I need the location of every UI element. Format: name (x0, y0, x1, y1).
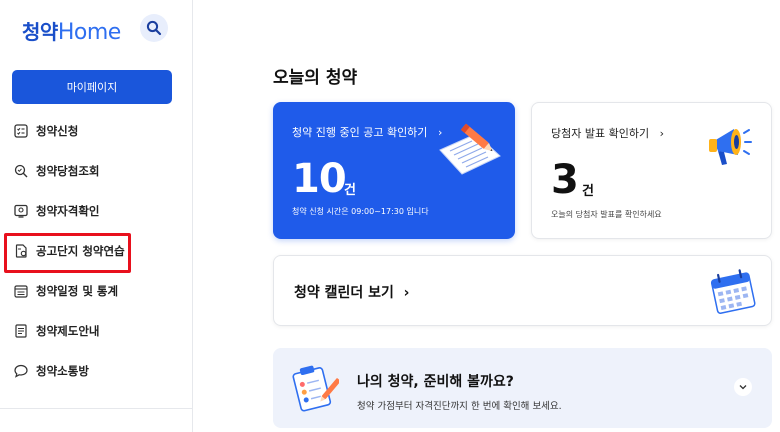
sidebar-item-community[interactable]: 청약소통방 (14, 354, 89, 388)
notice-count: 10 (292, 156, 347, 202)
calendar-card[interactable]: 청약 캘린더 보기 › (273, 255, 772, 326)
winner-count-unit: 건 (582, 184, 594, 199)
winner-card[interactable]: 당첨자 발표 확인하기 › 3 건 오늘의 당첨자 발표를 확인하세요 (531, 102, 772, 239)
winner-count: 3 (551, 157, 579, 203)
chevron-down-icon (739, 385, 747, 390)
winner-note: 오늘의 당첨자 발표를 확인하세요 (551, 210, 662, 219)
prep-card-subtitle: 청약 가점부터 자격진단까지 한 번에 확인해 보세요. (357, 401, 562, 412)
calendar-list-icon (14, 285, 28, 298)
search-button[interactable] (140, 14, 168, 42)
chevron-right-icon: › (659, 127, 664, 140)
notice-note: 청약 신청 시간은 09:00~17:30 입니다 (292, 207, 429, 216)
sidebar-item-winner-lookup[interactable]: 청약당첨조회 (14, 154, 99, 188)
logo-korean: 청약 (22, 20, 58, 44)
sidebar-item-label: 청약제도안내 (36, 324, 100, 338)
clipboard-checklist-icon (292, 365, 339, 412)
magnifier-icon (14, 164, 28, 178)
chat-bubble-icon (14, 364, 28, 378)
sidebar-divider (0, 408, 192, 409)
sidebar-item-apply[interactable]: 청약신청 (14, 114, 78, 148)
chevron-right-icon: › (403, 285, 410, 301)
notice-count-unit: 건 (344, 183, 356, 198)
guide-doc-icon (15, 324, 27, 338)
expand-button[interactable] (734, 378, 752, 396)
sidebar: 청약Home 마이페이지 청약신청 청약당첨조회 청약자격확인 공고단지 청약연… (0, 0, 193, 432)
calendar-icon (710, 269, 756, 314)
sidebar-item-label: 청약자격확인 (36, 204, 100, 218)
prep-card[interactable]: 나의 청약, 준비해 볼까요? 청약 가점부터 자격진단까지 한 번에 확인해 … (273, 348, 772, 428)
site-logo[interactable]: 청약Home (22, 16, 121, 45)
sidebar-item-label: 청약소통방 (36, 364, 89, 378)
highlight-box (4, 233, 131, 273)
winner-card-title: 당첨자 발표 확인하기 › (551, 127, 664, 140)
sidebar-item-eligibility[interactable]: 청약자격확인 (14, 194, 99, 228)
megaphone-icon (709, 129, 752, 165)
sidebar-item-label: 청약신청 (36, 124, 79, 138)
logo-row: 청약Home (22, 14, 172, 48)
search-icon (146, 20, 162, 36)
notice-card[interactable]: 청약 진행 중인 공고 확인하기 › 10 건 청약 신청 시간은 09:00~… (273, 102, 515, 239)
notice-card-title: 청약 진행 중인 공고 확인하기 › (292, 126, 443, 139)
sidebar-item-label: 청약일정 및 통계 (36, 284, 119, 298)
page-title: 오늘의 청약 (273, 68, 358, 88)
calendar-card-title: 청약 캘린더 보기 › (294, 285, 410, 301)
sidebar-item-schedule[interactable]: 청약일정 및 통계 (14, 274, 118, 308)
id-check-icon (14, 204, 28, 218)
sidebar-item-label: 청약당첨조회 (36, 164, 100, 178)
logo-home: Home (57, 20, 121, 45)
list-check-icon (14, 124, 28, 138)
prep-card-title: 나의 청약, 준비해 볼까요? (357, 374, 514, 390)
mypage-button[interactable]: 마이페이지 (12, 70, 172, 104)
document-pen-icon (439, 123, 501, 175)
sidebar-item-guide[interactable]: 청약제도안내 (14, 314, 99, 348)
